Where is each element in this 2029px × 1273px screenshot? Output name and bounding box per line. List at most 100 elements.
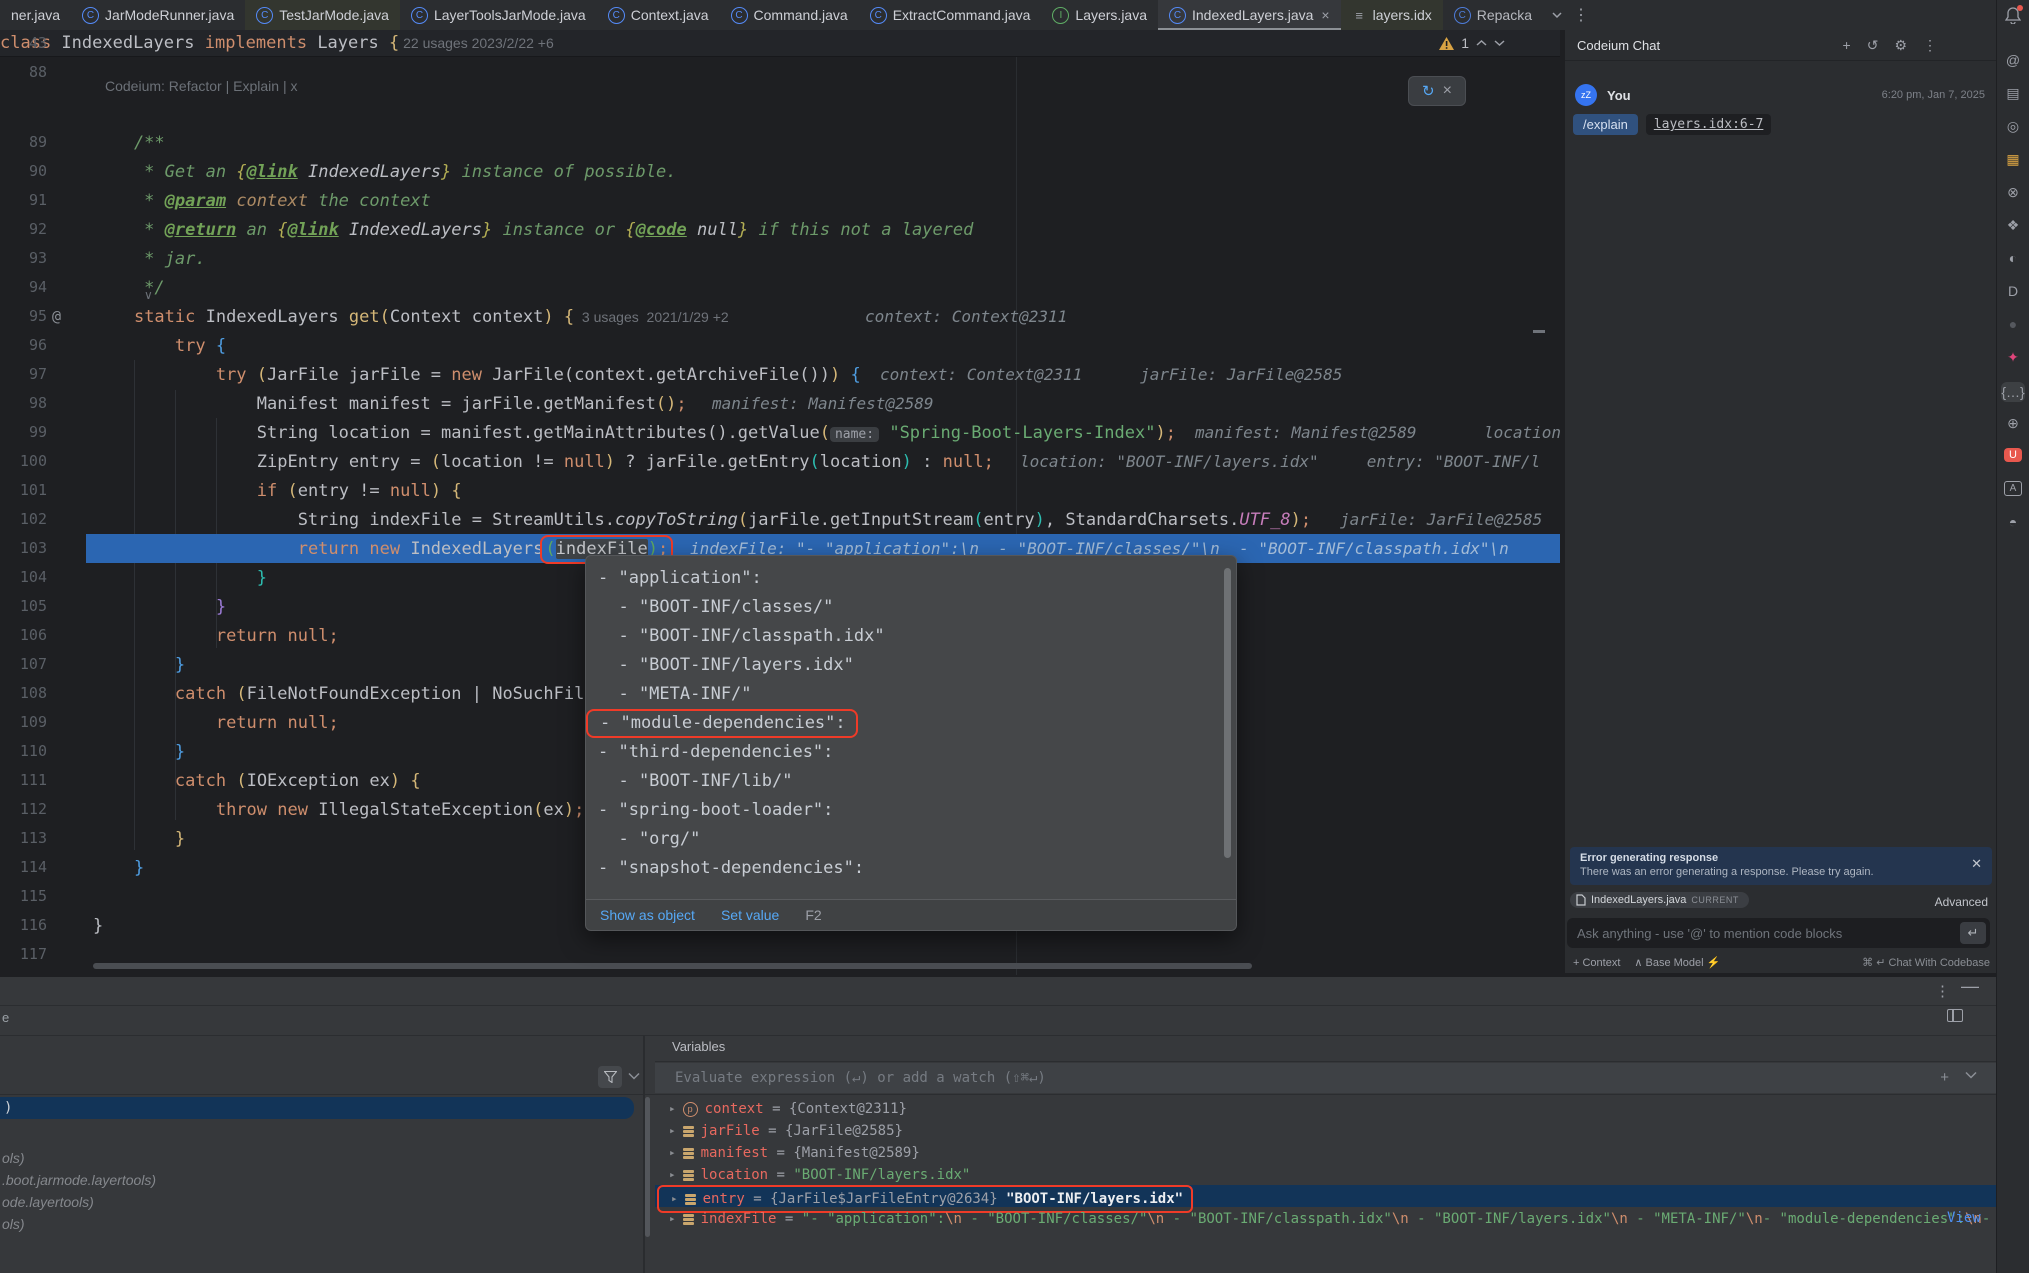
codeium-chat-panel: Codeium Chat + ↺ ⚙ ⋮ zZ You 6:20 pm, Jan… xyxy=(1563,30,1999,973)
stack-frame-fragment[interactable]: ols) xyxy=(0,1147,25,1169)
next-warning-icon[interactable] xyxy=(1494,39,1505,47)
codeium-inline-actions[interactable]: Codeium: Refactor | Explain | x xyxy=(105,78,297,94)
tabs-more-icon[interactable]: ⋮ xyxy=(1573,5,1589,25)
add-context-button[interactable]: + Context xyxy=(1573,957,1620,969)
gutter-annotation-icon[interactable]: @ xyxy=(52,302,61,331)
tab-Context.java[interactable]: CContext.java xyxy=(597,0,720,30)
show-as-object-link[interactable]: Show as object xyxy=(600,907,695,923)
expand-chevron-icon[interactable]: ▸ xyxy=(669,1098,676,1120)
expand-chevron-icon[interactable]: ▸ xyxy=(669,1142,676,1164)
history-icon[interactable]: ↺ xyxy=(1867,37,1879,54)
chat-more-icon[interactable]: ⋮ xyxy=(1923,37,1937,54)
advanced-link[interactable]: Advanced xyxy=(1935,895,1988,909)
send-enter-button[interactable]: ↵ xyxy=(1960,922,1986,944)
chevron-down-icon[interactable] xyxy=(1551,9,1563,21)
class-icon: C xyxy=(82,7,99,24)
layout-settings-icon[interactable] xyxy=(1947,1009,1963,1022)
divider xyxy=(655,1061,1997,1062)
codeium-sync-icon[interactable]: ↻ xyxy=(1422,82,1435,100)
database-icon[interactable]: ▤ xyxy=(1997,85,2029,102)
endpoints-icon[interactable]: {…} xyxy=(2001,382,2025,402)
base-model-selector[interactable]: ∧ Base Model ⚡ xyxy=(1634,956,1720,969)
code-editor[interactable]: 89 /**90 * Get an {@link IndexedLayers} … xyxy=(0,30,1560,975)
tab-Layers.java[interactable]: ILayers.java xyxy=(1041,0,1158,30)
tab-label: TestJarMode.java xyxy=(279,7,389,23)
popup-value-row: - "BOOT-INF/lib/" xyxy=(586,767,1222,796)
code-reference-chip[interactable]: layers.idx:6-7 xyxy=(1646,114,1772,135)
variable-row-manifest[interactable]: ▸manifest = {Manifest@2589} xyxy=(655,1141,1997,1163)
layers-circle2-icon[interactable]: ◓ xyxy=(1997,514,2029,530)
tab-label: Command.java xyxy=(754,7,848,23)
code-line-93: 93 * jar. xyxy=(0,244,1560,273)
tab-LayerToolsJarMode.java[interactable]: CLayerToolsJarMode.java xyxy=(400,0,597,30)
spark-ai-icon[interactable]: ✦ xyxy=(1997,349,2029,366)
ai-at-icon[interactable]: @ xyxy=(1997,52,2029,68)
ide-window: ner.javaCJarModeRunner.javaCTestJarMode.… xyxy=(0,0,2029,1273)
add-watch-icon[interactable]: + xyxy=(1940,1069,1949,1086)
expand-chevron-icon[interactable]: ▸ xyxy=(669,1208,676,1230)
stack-frame-fragment[interactable]: .boot.jarmode.layertools) xyxy=(0,1169,156,1191)
prev-warning-icon[interactable] xyxy=(1476,39,1487,47)
tab-layers.idx[interactable]: ≡layers.idx xyxy=(1341,0,1443,30)
popup-value-row: - "snapshot-dependencies": xyxy=(586,854,1222,883)
debug-inline-hint: manifest: Manifest@2589 location: xyxy=(1195,418,1560,447)
variable-row-location[interactable]: ▸location = "BOOT-INF/layers.idx" xyxy=(655,1163,1997,1185)
gradle-icon[interactable]: ◎ xyxy=(1997,118,2029,135)
stack-frame-fragment[interactable]: ode.layertools) xyxy=(0,1191,94,1213)
chat-with-codebase[interactable]: ⌘ ↵ Chat With Codebase xyxy=(1862,956,1990,969)
ai-inlay-chevron-icon[interactable]: ∨ xyxy=(144,288,153,302)
chat-input[interactable] xyxy=(1567,918,1990,948)
tab-ner.java[interactable]: ner.java xyxy=(0,0,71,30)
evaluate-chevron-icon[interactable] xyxy=(1965,1071,1977,1079)
tab-Repacka[interactable]: CRepacka xyxy=(1443,0,1543,30)
tab-Command.java[interactable]: CCommand.java xyxy=(720,0,859,30)
minimize-icon[interactable]: — xyxy=(1961,976,1979,997)
shuriken-plugin-icon[interactable]: ❖ xyxy=(1997,217,2029,234)
new-chat-icon[interactable]: + xyxy=(1843,37,1851,54)
package-plugin-icon[interactable]: ▦ xyxy=(1997,151,2029,168)
chat-title: Codeium Chat xyxy=(1577,38,1843,53)
filter-chevron-icon[interactable] xyxy=(628,1072,640,1080)
evaluate-expression-input[interactable] xyxy=(655,1063,1997,1093)
expand-chevron-icon[interactable]: ▸ xyxy=(669,1164,676,1186)
dictionary-icon[interactable]: A xyxy=(2004,481,2022,496)
variable-row-context[interactable]: ▸pcontext = {Context@2311} xyxy=(655,1097,1997,1119)
circle-x-plugin-icon[interactable]: ⊗ xyxy=(1997,184,2029,201)
popup-value-row: - "org/" xyxy=(586,825,1222,854)
horizontal-scrollbar[interactable] xyxy=(93,963,1252,969)
expand-chevron-icon[interactable]: ▸ xyxy=(669,1120,676,1142)
tab-TestJarMode.java[interactable]: CTestJarMode.java xyxy=(245,0,400,30)
red-notebook-icon[interactable]: U xyxy=(2004,448,2022,462)
layered-circle-icon[interactable]: ◐ xyxy=(1997,250,2029,266)
dismiss-icon[interactable]: × xyxy=(1443,82,1452,100)
tab-JarModeRunner.java[interactable]: CJarModeRunner.java xyxy=(71,0,245,30)
popup-scrollbar[interactable] xyxy=(1224,568,1231,858)
stack-frame-fragment[interactable]: ols) xyxy=(0,1213,25,1235)
set-value-link[interactable]: Set value xyxy=(721,907,779,923)
current-file-chip[interactable]: IndexedLayers.java CURRENT xyxy=(1570,892,1749,908)
tab-ExtractCommand.java[interactable]: CExtractCommand.java xyxy=(859,0,1042,30)
view-value-link[interactable]: View xyxy=(1947,1207,1981,1229)
settings-gear-icon[interactable]: ⚙ xyxy=(1894,37,1907,54)
set-value-shortcut: F2 xyxy=(805,907,821,923)
variable-row-jarFile[interactable]: ▸jarFile = {JarFile@2585} xyxy=(655,1119,1997,1141)
variable-row-indexFile[interactable]: ▸indexFile = "- "application":\n - "BOOT… xyxy=(655,1207,1997,1229)
tab-label: Layers.java xyxy=(1075,7,1147,23)
inspection-widget[interactable]: 1 xyxy=(1439,35,1505,51)
editor-floating-toolbar[interactable]: ↻ × xyxy=(1408,76,1466,106)
frames-scrollbar[interactable] xyxy=(645,1097,650,1237)
close-tab-icon[interactable]: × xyxy=(1321,7,1329,23)
frames-filter-chip[interactable] xyxy=(598,1066,622,1088)
variable-row-entry[interactable]: ▸entry = {JarFile$JarFileEntry@2634} "BO… xyxy=(655,1185,1997,1207)
parameter-icon: p xyxy=(683,1102,698,1117)
debug-more-icon[interactable]: ⋮ xyxy=(1935,982,1950,1000)
tab-overflow-tools: ⋮ xyxy=(1543,0,1589,30)
tab-IndexedLayers.java[interactable]: CIndexedLayers.java× xyxy=(1158,0,1341,30)
bird-plugin-icon[interactable]: ● xyxy=(1997,316,2029,332)
error-close-icon[interactable]: ✕ xyxy=(1971,856,1982,872)
globe-icon[interactable]: ⊕ xyxy=(1997,415,2029,432)
selected-stack-frame[interactable]: ) xyxy=(0,1097,634,1119)
tab-label: layers.idx xyxy=(1373,7,1432,23)
code-line-92: 92 * @return an {@link IndexedLayers} in… xyxy=(0,215,1560,244)
documentation-icon[interactable]: D xyxy=(1997,283,2029,299)
